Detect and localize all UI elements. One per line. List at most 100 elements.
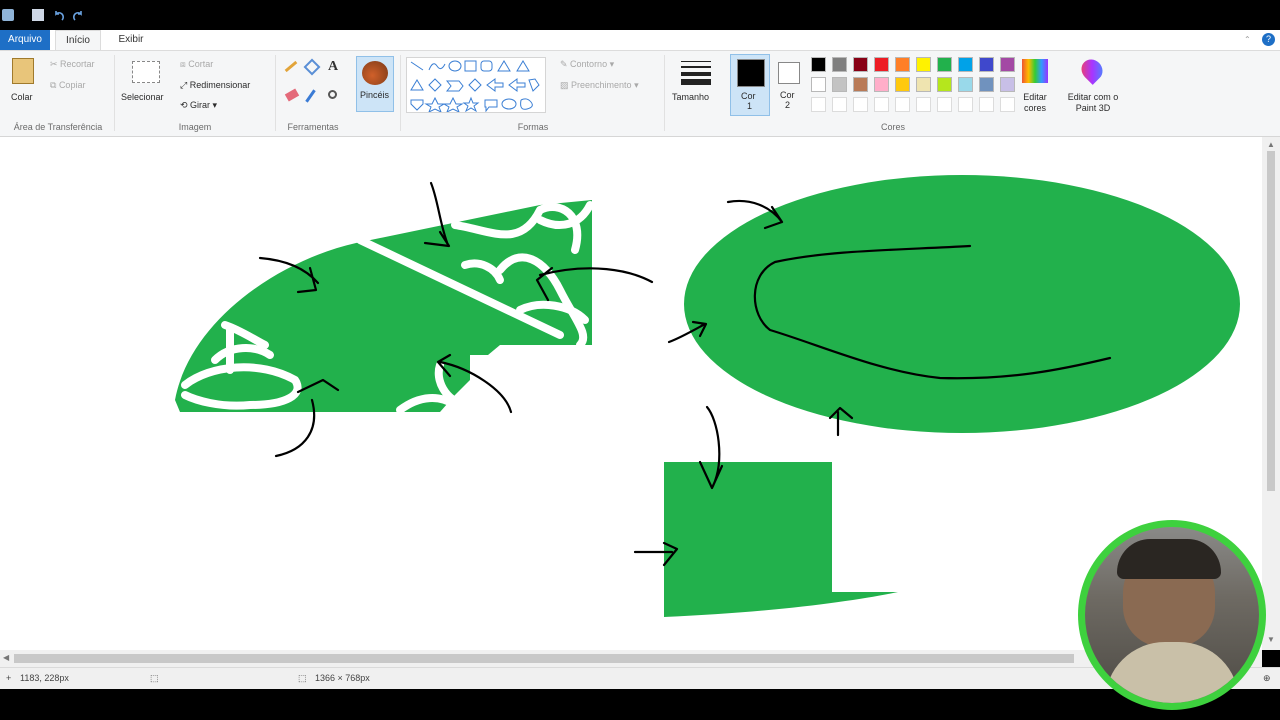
- green-ellipse-shape: [684, 175, 1240, 433]
- color2-num: 2: [785, 100, 791, 110]
- tab-view[interactable]: Exibir: [108, 30, 154, 50]
- size-lines-icon: [681, 59, 711, 85]
- brushes-button[interactable]: Pincéis: [356, 56, 394, 112]
- scroll-down-icon[interactable]: ▼: [1267, 635, 1275, 644]
- color-swatch[interactable]: [853, 77, 868, 92]
- status-bar: + 1183, 228px ⬚ ⬚ 1366 × 768px ⊕: [0, 667, 1280, 690]
- color-swatch[interactable]: [811, 57, 826, 72]
- color-swatch[interactable]: [979, 57, 994, 72]
- color-swatch[interactable]: [895, 57, 910, 72]
- canvas[interactable]: [0, 137, 1262, 650]
- resize-button[interactable]: ⤢ Redimensionar: [180, 80, 250, 91]
- color-palette: [811, 57, 1021, 117]
- magnifier-icon[interactable]: [328, 90, 337, 99]
- vertical-scroll-thumb[interactable]: [1267, 151, 1275, 491]
- color-swatch[interactable]: [874, 57, 889, 72]
- fill-dropdown[interactable]: ▨ Preenchimento ▾: [560, 80, 639, 91]
- outline-dropdown[interactable]: ✎ Contorno ▾: [560, 59, 614, 70]
- colors-group-label: Cores: [880, 122, 905, 132]
- custom-color-slot[interactable]: [916, 97, 931, 112]
- color-swatch[interactable]: [1000, 57, 1015, 72]
- custom-color-slot[interactable]: [832, 97, 847, 112]
- crop-label: Cortar: [188, 59, 214, 69]
- color-swatch[interactable]: [979, 77, 994, 92]
- undo-icon[interactable]: [53, 9, 65, 21]
- image-group-label: Imagem: [178, 122, 212, 132]
- minimize-ribbon-icon[interactable]: ⌃: [1244, 35, 1252, 44]
- color2-button[interactable]: Cor 2: [773, 54, 805, 116]
- color-swatch[interactable]: [916, 77, 931, 92]
- presenter-avatar: [1085, 527, 1259, 703]
- zoom-in-icon[interactable]: ⊕: [1263, 673, 1271, 684]
- webcam-overlay: [1078, 520, 1266, 710]
- paste-button[interactable]: Colar: [11, 92, 33, 102]
- horizontal-scrollbar[interactable]: ◀: [0, 650, 1262, 667]
- cut-button[interactable]: ✂ Recortar: [50, 59, 95, 70]
- paint3d-button[interactable]: Editar com o Paint 3D: [1062, 55, 1122, 117]
- color-swatch[interactable]: [1000, 77, 1015, 92]
- size-button[interactable]: Tamanho: [672, 57, 718, 117]
- color-swatch[interactable]: [853, 57, 868, 72]
- color1-button[interactable]: Cor 1: [730, 54, 770, 116]
- canvas-size: 1366 × 768px: [315, 673, 370, 683]
- shapes-gallery[interactable]: [406, 57, 546, 114]
- color-swatch[interactable]: [811, 77, 826, 92]
- color-swatch[interactable]: [916, 57, 931, 72]
- redo-icon[interactable]: [72, 9, 84, 21]
- outline-label: Contorno: [570, 59, 608, 69]
- tab-file[interactable]: Arquivo: [0, 30, 50, 50]
- paint3d-label: Editar com o Paint 3D: [1067, 92, 1119, 113]
- color-picker-icon[interactable]: [305, 89, 316, 103]
- rotate-label: Girar: [190, 100, 211, 110]
- vertical-scrollbar[interactable]: ▲ ▼: [1262, 137, 1280, 650]
- save-icon[interactable]: [32, 9, 44, 21]
- help-icon[interactable]: ?: [1262, 33, 1275, 46]
- edit-colors-button[interactable]: Editar cores: [1016, 57, 1056, 117]
- horizontal-scroll-thumb[interactable]: [14, 654, 1074, 663]
- custom-color-slot[interactable]: [895, 97, 910, 112]
- select-button[interactable]: Selecionar: [121, 92, 164, 102]
- cut-label: Recortar: [60, 59, 95, 69]
- bottom-bar: [0, 689, 1280, 720]
- custom-color-slot[interactable]: [853, 97, 868, 112]
- pencil-icon[interactable]: [284, 60, 298, 73]
- paint-app-icon[interactable]: [2, 9, 14, 21]
- rainbow-icon: [1022, 59, 1048, 83]
- color-swatch[interactable]: [832, 77, 847, 92]
- color-swatch[interactable]: [832, 57, 847, 72]
- color-swatch[interactable]: [937, 57, 952, 72]
- clipboard-icon[interactable]: [12, 58, 34, 84]
- custom-color-slot[interactable]: [811, 97, 826, 112]
- cursor-position-icon: +: [6, 673, 12, 683]
- select-icon[interactable]: [132, 61, 160, 83]
- paint3d-icon: [1077, 55, 1107, 85]
- rotate-button[interactable]: ⟲ Girar ▾: [180, 100, 217, 111]
- custom-color-slot[interactable]: [979, 97, 994, 112]
- color-swatch[interactable]: [937, 77, 952, 92]
- fill-icon[interactable]: [303, 58, 321, 76]
- edit-colors-label: Editar cores: [1023, 92, 1047, 113]
- cursor-position: 1183, 228px: [20, 673, 69, 683]
- tab-home[interactable]: Início: [55, 30, 101, 50]
- custom-color-slot[interactable]: [958, 97, 973, 112]
- text-icon[interactable]: A: [328, 59, 338, 75]
- custom-color-slot[interactable]: [1000, 97, 1015, 112]
- custom-color-slot[interactable]: [937, 97, 952, 112]
- color-swatch[interactable]: [895, 77, 910, 92]
- color1-label: Cor: [741, 91, 756, 101]
- custom-color-slot[interactable]: [874, 97, 889, 112]
- crop-button[interactable]: ⧈ Cortar: [180, 59, 213, 70]
- brush-icon: [362, 61, 388, 85]
- color-swatch[interactable]: [874, 77, 889, 92]
- color-swatch[interactable]: [958, 77, 973, 92]
- resize-label: Redimensionar: [189, 80, 251, 90]
- eraser-icon[interactable]: [284, 88, 300, 102]
- scroll-up-icon[interactable]: ▲: [1267, 140, 1275, 149]
- brushes-label: Pincéis: [360, 90, 390, 100]
- fill-label: Preenchimento: [571, 80, 632, 90]
- color1-num: 1: [747, 101, 753, 111]
- color-swatch[interactable]: [958, 57, 973, 72]
- copy-button[interactable]: ⧉ Copiar: [50, 80, 85, 91]
- drawing[interactable]: [0, 137, 1262, 650]
- scroll-left-icon[interactable]: ◀: [3, 653, 9, 662]
